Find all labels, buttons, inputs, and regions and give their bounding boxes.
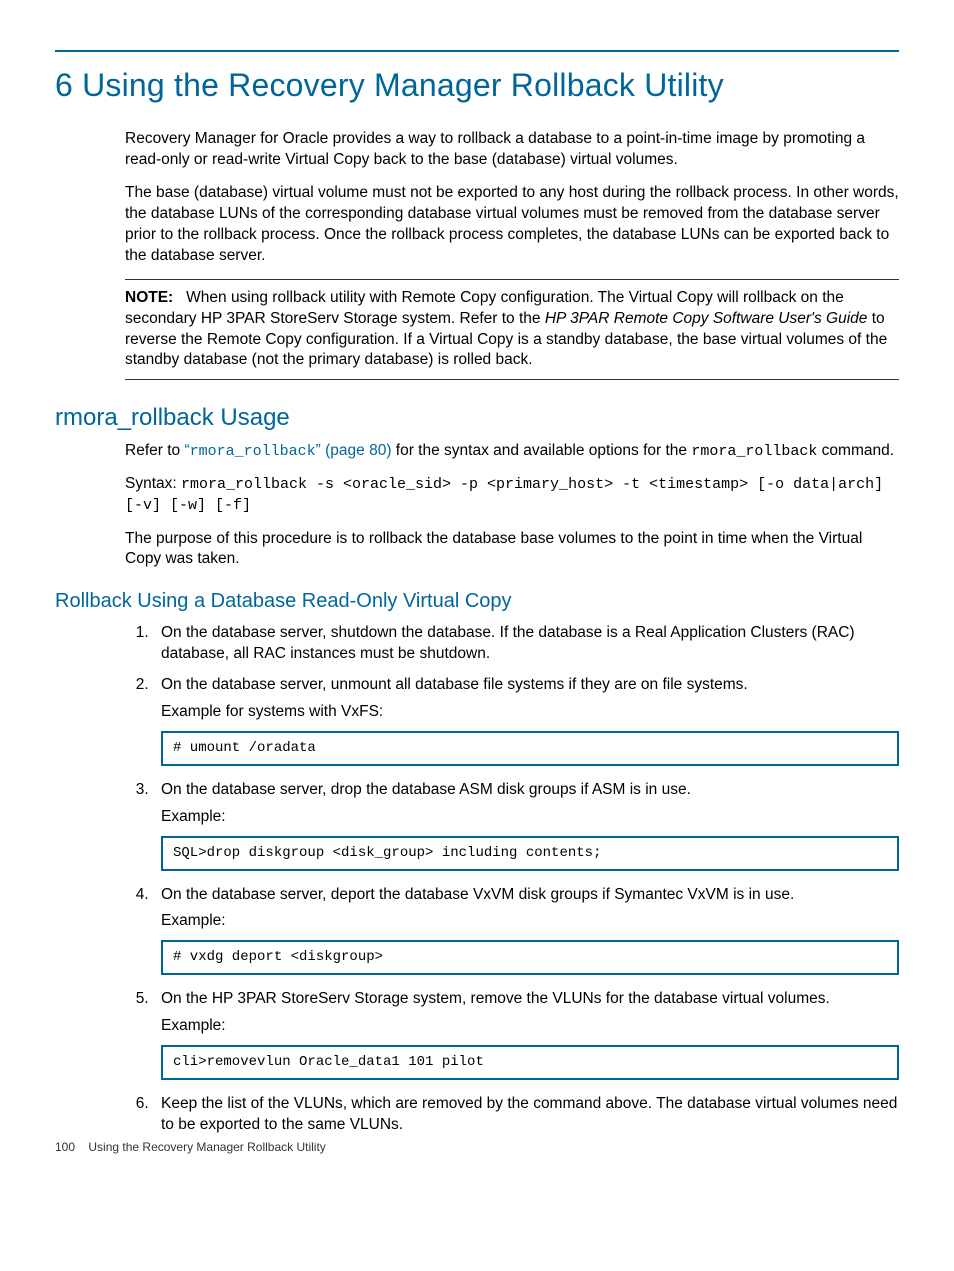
intro-p1: Recovery Manager for Oracle provides a w… (125, 129, 899, 171)
intro-p2: The base (database) virtual volume must … (125, 183, 899, 267)
rollback-ro-heading: Rollback Using a Database Read-Only Virt… (55, 588, 899, 615)
refer-suffix: for the syntax and available options for… (391, 442, 691, 459)
step-3-example-label: Example: (161, 807, 899, 828)
step-5-code: cli>removevlun Oracle_data1 101 pilot (161, 1045, 899, 1080)
step-6-text: Keep the list of the VLUNs, which are re… (161, 1095, 897, 1133)
syntax-code: rmora_rollback -s <oracle_sid> -p <prima… (125, 476, 883, 514)
chapter-number: 6 (55, 67, 73, 103)
step-2: On the database server, unmount all data… (153, 675, 899, 766)
steps-list: On the database server, shutdown the dat… (125, 623, 899, 1135)
refer-tail: command. (817, 442, 894, 459)
step-3-code: SQL>drop diskgroup <disk_group> includin… (161, 836, 899, 871)
step-3: On the database server, drop the databas… (153, 780, 899, 871)
usage-block: Refer to “rmora_rollback” (page 80) for … (125, 441, 899, 571)
step-4-code: # vxdg deport <diskgroup> (161, 940, 899, 975)
usage-refer: Refer to “rmora_rollback” (page 80) for … (125, 441, 899, 462)
step-5: On the HP 3PAR StoreServ Storage system,… (153, 989, 899, 1080)
page-number: 100 (55, 1140, 75, 1154)
step-4-text: On the database server, deport the datab… (161, 886, 794, 903)
step-2-text: On the database server, unmount all data… (161, 676, 748, 693)
top-rule (55, 50, 899, 52)
syntax-label: Syntax: (125, 475, 181, 492)
step-2-example-label: Example for systems with VxFS: (161, 702, 899, 723)
step-4-example-label: Example: (161, 911, 899, 932)
intro-block: Recovery Manager for Oracle provides a w… (125, 129, 899, 380)
step-3-text: On the database server, drop the databas… (161, 781, 691, 798)
xref-qclose: ” (page 80) (316, 442, 392, 459)
xref-cmd: rmora_rollback (190, 443, 316, 460)
chapter-title: 6 Using the Recovery Manager Rollback Ut… (55, 64, 899, 107)
step-4: On the database server, deport the datab… (153, 885, 899, 976)
page-footer: 100 Using the Recovery Manager Rollback … (55, 1139, 326, 1155)
note-label: NOTE: (125, 289, 173, 306)
purpose-text: The purpose of this procedure is to roll… (125, 529, 899, 571)
refer-cmd2: rmora_rollback (691, 443, 817, 460)
refer-prefix: Refer to (125, 442, 184, 459)
xref-link[interactable]: “rmora_rollback” (page 80) (184, 442, 391, 459)
step-6: Keep the list of the VLUNs, which are re… (153, 1094, 899, 1136)
footer-title: Using the Recovery Manager Rollback Util… (88, 1140, 325, 1154)
step-1-text: On the database server, shutdown the dat… (161, 624, 855, 662)
usage-heading: rmora_rollback Usage (55, 402, 899, 434)
step-5-example-label: Example: (161, 1016, 899, 1037)
syntax-line: Syntax: rmora_rollback -s <oracle_sid> -… (125, 474, 899, 517)
note-italic: HP 3PAR Remote Copy Software User's Guid… (545, 310, 868, 327)
chapter-text: Using the Recovery Manager Rollback Util… (82, 67, 724, 103)
step-2-code: # umount /oradata (161, 731, 899, 766)
page: 6 Using the Recovery Manager Rollback Ut… (0, 0, 954, 1176)
step-1: On the database server, shutdown the dat… (153, 623, 899, 665)
step-5-text: On the HP 3PAR StoreServ Storage system,… (161, 990, 830, 1007)
note-box: NOTE: When using rollback utility with R… (125, 279, 899, 381)
